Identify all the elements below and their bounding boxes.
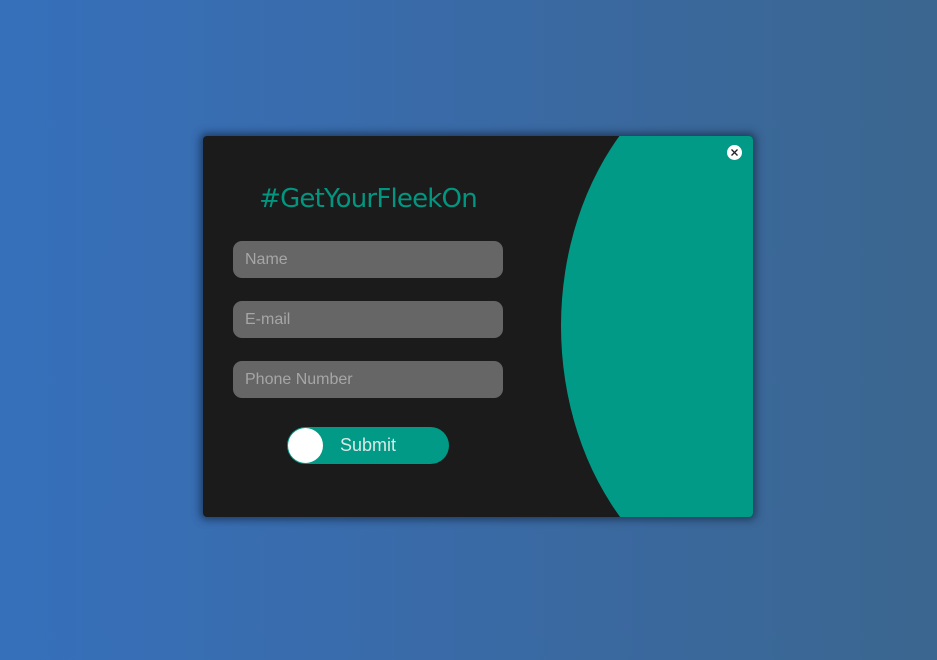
- modal-title: #GetYourFleekOn: [259, 184, 478, 214]
- close-icon: [731, 149, 738, 156]
- submit-toggle-knob: [288, 428, 323, 463]
- submit-label: Submit: [339, 435, 397, 455]
- close-button[interactable]: [727, 145, 742, 160]
- phone-number-input[interactable]: [233, 361, 503, 398]
- email-input[interactable]: [233, 301, 503, 338]
- signup-modal: #GetYourFleekOn Submit: [203, 136, 753, 517]
- submit-button[interactable]: Submit: [287, 427, 449, 464]
- decorative-circle: [561, 136, 753, 517]
- name-input[interactable]: [233, 241, 503, 278]
